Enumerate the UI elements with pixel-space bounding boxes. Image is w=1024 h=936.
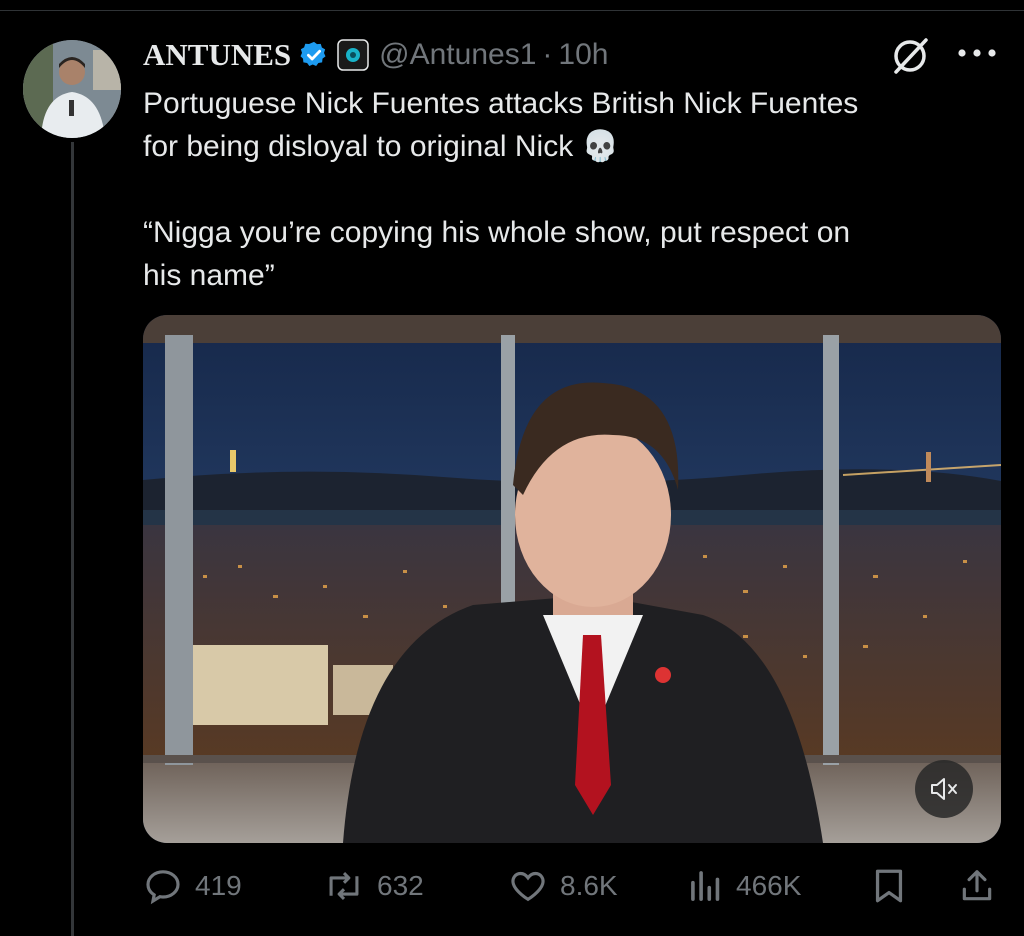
views-button[interactable]: 466K <box>688 860 801 912</box>
video-player[interactable] <box>143 315 1001 843</box>
views-count: 466K <box>736 870 802 901</box>
reply-button[interactable]: 419 <box>143 860 242 912</box>
tweet-line-2-text: for being disloyal to original Nick <box>143 130 574 163</box>
thread-line <box>71 142 74 936</box>
avatar[interactable] <box>23 40 121 138</box>
bookmark-button[interactable] <box>871 860 907 912</box>
affiliate-badge-icon[interactable] <box>337 39 369 71</box>
post-time[interactable]: 10h <box>558 38 608 72</box>
time-separator: · <box>542 38 553 71</box>
avatar-image <box>23 40 121 138</box>
mute-icon[interactable] <box>915 760 973 818</box>
reply-count: 419 <box>195 870 242 901</box>
tweet-line-1: Portuguese Nick Fuentes attacks British … <box>143 87 859 120</box>
repost-button[interactable]: 632 <box>323 860 424 912</box>
like-button[interactable]: 8.6K <box>508 860 618 912</box>
bookmark-icon <box>875 869 903 903</box>
action-bar: 419 632 8.6K 466K <box>143 860 1001 912</box>
share-icon <box>962 870 992 901</box>
tweet-header: ANTUNES @Antunes1 · 10h <box>143 30 608 80</box>
author-name[interactable]: ANTUNES <box>143 37 291 73</box>
share-button[interactable] <box>958 860 996 912</box>
repost-count: 632 <box>377 870 424 901</box>
tweet-quote-line-2: his name” <box>143 259 275 292</box>
reply-icon <box>146 870 180 905</box>
like-icon <box>511 871 545 902</box>
skull-emoji: 💀 <box>581 130 619 163</box>
author-handle[interactable]: @Antunes1 <box>379 38 536 72</box>
top-divider <box>0 10 1024 11</box>
more-icon[interactable] <box>954 38 1000 73</box>
repost-icon <box>329 871 359 901</box>
verified-badge-icon <box>299 40 329 70</box>
tweet-text: Portuguese Nick Fuentes attacks British … <box>143 82 993 297</box>
views-icon <box>691 871 720 901</box>
video-frame <box>143 315 1001 843</box>
tweet-line-2: for being disloyal to original Nick 💀 <box>143 125 993 168</box>
like-count: 8.6K <box>560 870 618 901</box>
tweet-quote-line-1: “Nigga you’re copying his whole show, pu… <box>143 216 851 249</box>
grok-icon[interactable] <box>888 34 932 83</box>
